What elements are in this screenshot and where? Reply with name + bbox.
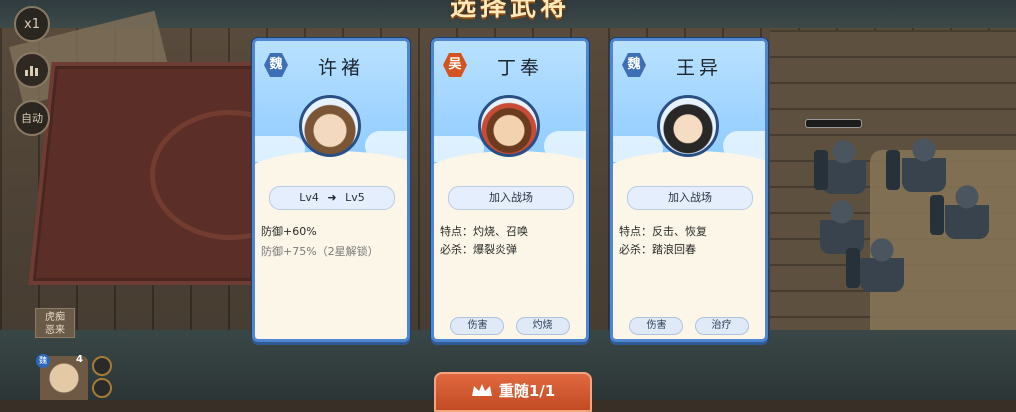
level-up-pill[interactable]: Lv4 ➜ Lv5 xyxy=(269,186,395,210)
hero-portrait xyxy=(478,95,540,157)
enemy-shield xyxy=(814,150,828,190)
hero-title-text: 虎痴 恶来 xyxy=(45,312,65,336)
auto-battle-button[interactable]: 自动 xyxy=(14,100,50,136)
card-wave xyxy=(434,151,586,191)
enemy-soldier xyxy=(822,140,866,194)
speed-label: x1 xyxy=(24,16,40,32)
crown-icon xyxy=(471,384,492,396)
page-title: 选择武将 xyxy=(449,0,570,22)
skill-fire-icon xyxy=(92,356,112,376)
enemy-soldier xyxy=(945,185,989,239)
hero-tags: 伤害 治疗 xyxy=(613,313,765,335)
hero-title-tag: 虎痴 恶来 xyxy=(35,308,75,338)
stat-current: 防御+60% xyxy=(261,225,317,238)
reroll-label: 重随1/1 xyxy=(498,382,556,400)
arrow-right-icon: ➜ xyxy=(327,191,337,204)
join-battle-button[interactable]: 加入战场 xyxy=(627,186,753,210)
hero-trait: 特点：反击、恢复 xyxy=(619,225,707,238)
hero-tag: 伤害 xyxy=(450,317,505,335)
hero-tag: 灼烧 xyxy=(515,317,570,335)
enemy-shield xyxy=(886,150,900,190)
board-hero-faction-badge: 魏 xyxy=(36,354,50,368)
hero-card-dingfeng[interactable]: 吴 丁奉 加入战场 特点：灼烧、召唤 必杀：爆裂炎弹 伤害 灼烧 xyxy=(431,38,589,342)
hero-name: 丁奉 xyxy=(496,57,543,79)
level-from: Lv4 xyxy=(299,191,319,204)
board-hero-level: 4 xyxy=(76,354,83,365)
hero-name: 王异 xyxy=(675,57,722,79)
stats-button[interactable] xyxy=(14,52,50,88)
hero-tag: 治疗 xyxy=(694,317,749,335)
enemy-soldier xyxy=(860,238,904,292)
hero-ultimate: 必杀：爆裂炎弹 xyxy=(440,243,517,256)
hero-ultimate: 必杀：踏浪回春 xyxy=(619,243,696,256)
reroll-button[interactable]: 重随1/1 xyxy=(434,372,592,412)
bar-chart-icon xyxy=(25,66,38,76)
enemy-soldier xyxy=(820,200,864,254)
hero-trait: 特点：灼烧、召唤 xyxy=(440,225,528,238)
level-to: Lv5 xyxy=(345,191,365,204)
hero-tags: 伤害 灼烧 xyxy=(434,313,586,335)
auto-label: 自动 xyxy=(21,112,43,125)
enemy-shield xyxy=(930,195,944,235)
title-banner: 选择武将 xyxy=(400,0,620,22)
enemy-soldier xyxy=(902,138,946,192)
enemy-shield xyxy=(846,248,860,288)
hero-portrait xyxy=(299,95,361,157)
hero-card-xuchu[interactable]: 魏 许褚 Lv4 ➜ Lv5 防御+60% 防御+75%（2星解锁） xyxy=(252,38,410,342)
card-wave xyxy=(255,151,407,191)
speed-toggle-button[interactable]: x1 xyxy=(14,6,50,42)
join-battle-button[interactable]: 加入战场 xyxy=(448,186,574,210)
hero-name: 许褚 xyxy=(317,57,364,79)
hero-portrait xyxy=(657,95,719,157)
skill-orb-icon xyxy=(92,378,112,398)
unit-health-bar xyxy=(805,119,862,128)
card-wave xyxy=(613,151,765,191)
hero-tag: 伤害 xyxy=(629,317,684,335)
hero-card-wangyi[interactable]: 魏 王异 加入战场 特点：反击、恢复 必杀：踏浪回春 伤害 治疗 xyxy=(610,38,768,342)
stat-next: 防御+75%（2星解锁） xyxy=(261,245,379,258)
